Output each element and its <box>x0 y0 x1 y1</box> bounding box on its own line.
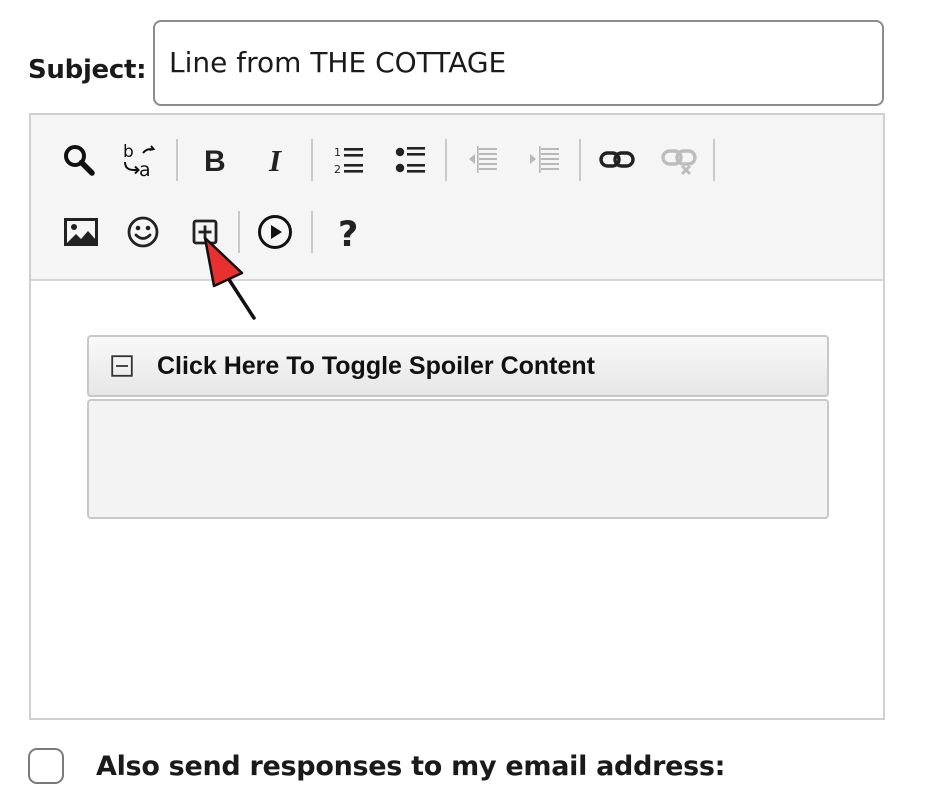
insert-smiley-button[interactable] <box>121 210 165 254</box>
help-button[interactable]: ? <box>327 210 371 254</box>
unlink-icon <box>661 149 697 176</box>
find-replace-icon: b a <box>123 142 156 180</box>
rich-text-editor: b a B I 1 2 ? Click Here To Toggle Spoil… <box>29 113 885 720</box>
play-circle-icon <box>258 215 292 249</box>
toolbar-separator <box>238 211 240 253</box>
svg-text:2: 2 <box>334 163 341 176</box>
search-icon <box>64 145 95 176</box>
help-icon: ? <box>338 215 358 252</box>
outdent-icon <box>469 146 497 173</box>
image-icon <box>64 218 98 246</box>
decrease-indent-button[interactable] <box>461 138 505 182</box>
insert-video-button[interactable] <box>253 210 297 254</box>
toolbar-row-1: b a B I 1 2 <box>31 135 883 185</box>
email-responses-label: Also send responses to my email address: <box>96 751 726 782</box>
email-responses-checkbox[interactable] <box>28 748 64 784</box>
bulleted-list-button[interactable] <box>389 138 433 182</box>
italic-icon: I <box>268 143 282 177</box>
bulleted-list-icon <box>395 147 425 173</box>
toolbar-separator <box>579 139 581 181</box>
editor-content-area[interactable]: Click Here To Toggle Spoiler Content <box>31 281 883 718</box>
subject-input[interactable]: Line from THE COTTAGE <box>153 20 884 106</box>
svg-text:B: B <box>204 145 226 177</box>
toolbar-separator <box>311 139 313 181</box>
increase-indent-button[interactable] <box>523 138 567 182</box>
svg-text:b: b <box>123 142 134 162</box>
svg-text:1: 1 <box>334 146 341 159</box>
link-button[interactable] <box>595 138 639 182</box>
toolbar-separator <box>176 139 178 181</box>
spoiler-title: Click Here To Toggle Spoiler Content <box>157 352 596 380</box>
find-button[interactable] <box>57 138 101 182</box>
insert-image-button[interactable] <box>59 210 103 254</box>
replace-button[interactable]: b a <box>117 138 161 182</box>
indent-icon <box>530 146 559 173</box>
svg-text:I: I <box>268 143 282 177</box>
toolbar-separator <box>311 211 313 253</box>
bold-icon: B <box>204 145 226 177</box>
subject-label: Subject: <box>28 55 147 85</box>
numbered-list-button[interactable]: 1 2 <box>327 138 371 182</box>
plus-box-icon <box>192 219 218 245</box>
editor-toolbar: b a B I 1 2 ? <box>31 115 883 281</box>
minus-box-icon <box>111 355 133 377</box>
insert-spoiler-button[interactable] <box>183 210 227 254</box>
svg-text:a: a <box>139 159 151 180</box>
toolbar-separator <box>713 139 715 181</box>
toolbar-separator <box>445 139 447 181</box>
smiley-icon <box>127 216 159 248</box>
svg-text:?: ? <box>338 215 358 252</box>
link-icon <box>599 151 635 168</box>
bold-button[interactable]: B <box>193 138 237 182</box>
numbered-list-icon: 1 2 <box>334 146 363 176</box>
italic-button[interactable]: I <box>255 138 299 182</box>
spoiler-toggle-header[interactable]: Click Here To Toggle Spoiler Content <box>87 335 829 397</box>
unlink-button[interactable] <box>657 138 701 182</box>
toolbar-row-2: ? <box>31 207 883 257</box>
spoiler-content[interactable] <box>87 399 829 519</box>
